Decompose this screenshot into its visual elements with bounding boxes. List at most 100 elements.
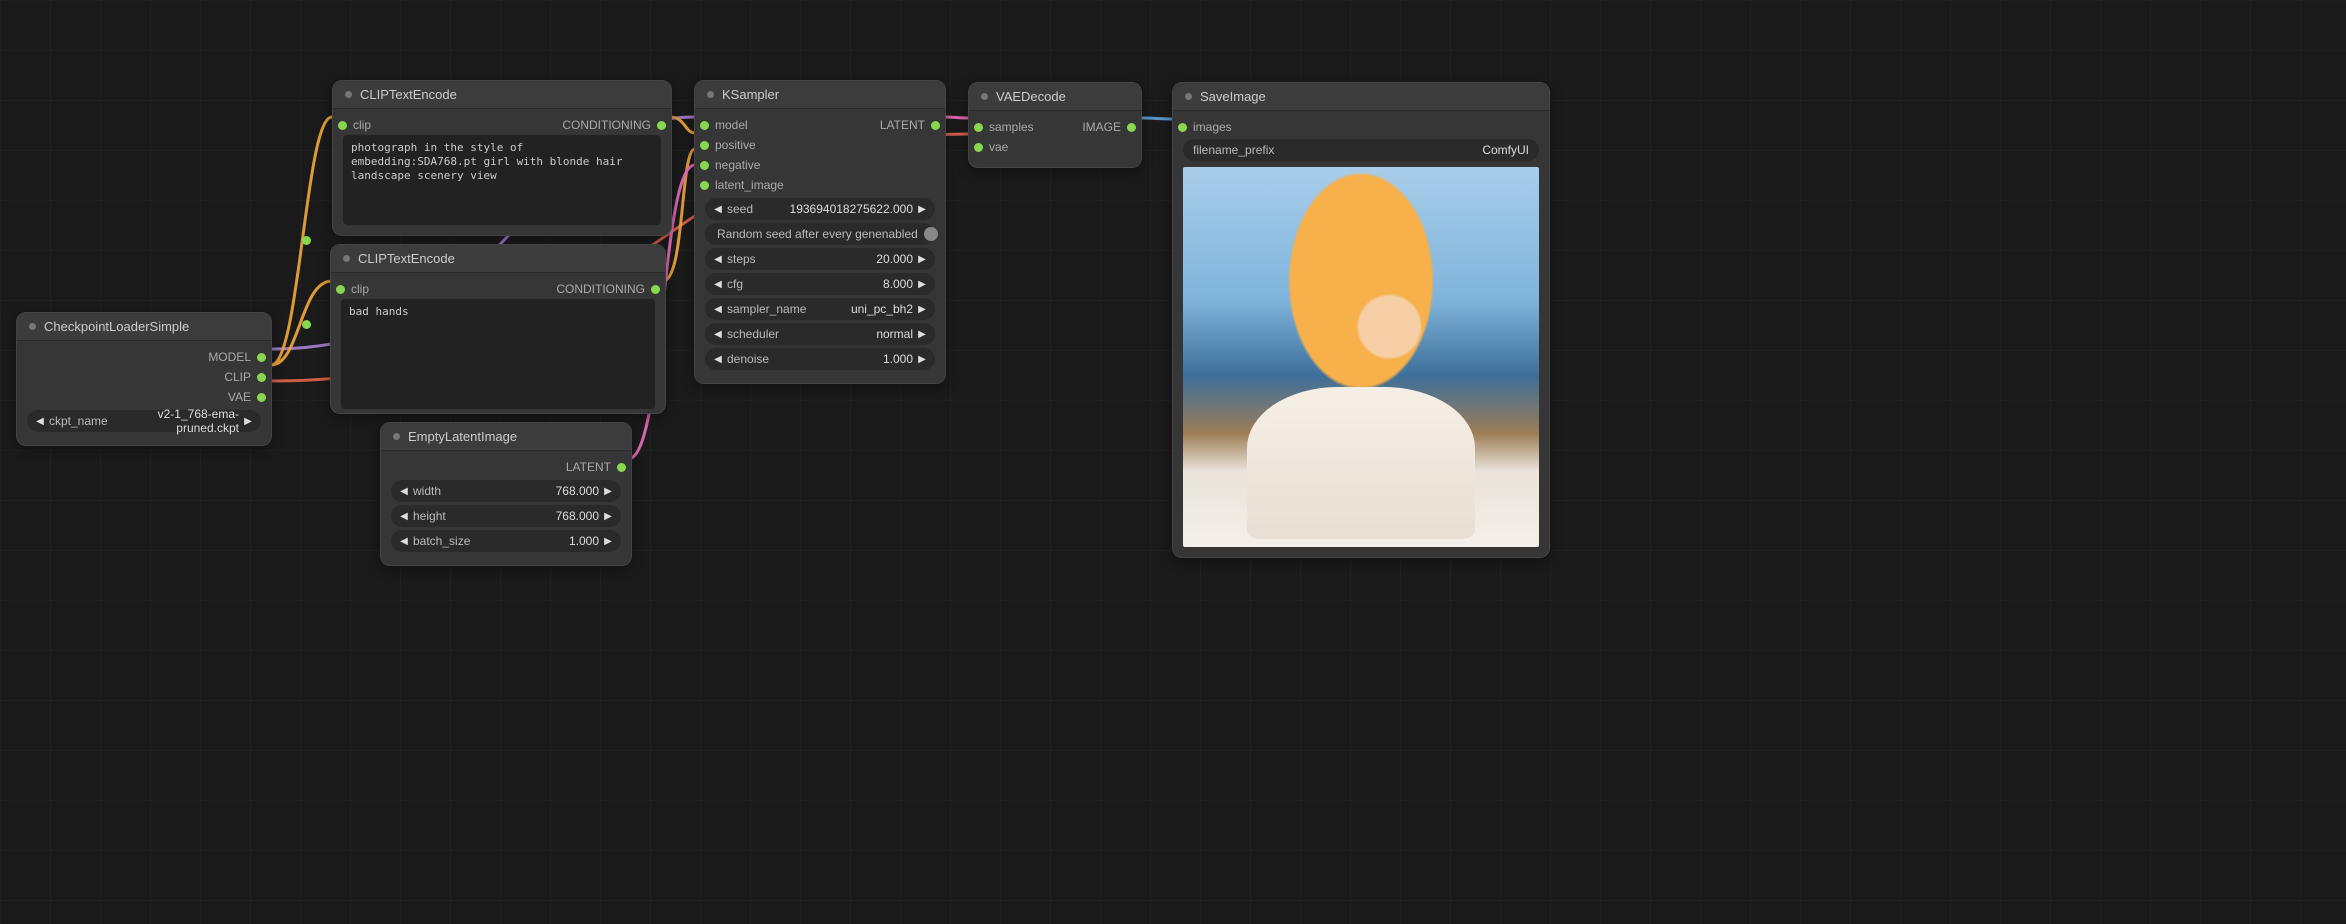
- cfg-widget[interactable]: ◀cfg8.000▶: [705, 273, 935, 295]
- port-icon[interactable]: [974, 123, 983, 132]
- port-icon[interactable]: [1178, 123, 1187, 132]
- steps-widget[interactable]: ◀steps20.000▶: [705, 248, 935, 270]
- input-clip[interactable]: clip: [343, 118, 371, 132]
- height-widget[interactable]: ◀height768.000▶: [391, 505, 621, 527]
- collapse-dot-icon[interactable]: [707, 91, 714, 98]
- output-vae[interactable]: VAE: [27, 387, 261, 407]
- chevron-right-icon[interactable]: ▶: [917, 204, 927, 215]
- output-latent[interactable]: LATENT: [880, 118, 935, 132]
- port-icon[interactable]: [700, 161, 709, 170]
- width-widget[interactable]: ◀width768.000▶: [391, 480, 621, 502]
- node-checkpoint-loader[interactable]: CheckpointLoaderSimple MODEL CLIP VAE ◀ …: [16, 312, 272, 446]
- chevron-left-icon[interactable]: ◀: [713, 204, 723, 215]
- prompt-textarea[interactable]: photograph in the style of embedding:SDA…: [343, 135, 661, 225]
- chevron-right-icon[interactable]: ▶: [917, 329, 927, 340]
- input-clip[interactable]: clip: [341, 282, 369, 296]
- collapse-dot-icon[interactable]: [1185, 93, 1192, 100]
- node-header[interactable]: VAEDecode: [969, 83, 1141, 111]
- node-header[interactable]: SaveImage: [1173, 83, 1549, 111]
- port-icon[interactable]: [617, 463, 626, 472]
- input-positive[interactable]: positive: [705, 135, 935, 155]
- chevron-right-icon[interactable]: ▶: [243, 416, 253, 427]
- chevron-left-icon[interactable]: ◀: [399, 486, 409, 497]
- input-latent-image[interactable]: latent_image: [705, 175, 935, 195]
- chevron-left-icon[interactable]: ◀: [399, 511, 409, 522]
- collapse-dot-icon[interactable]: [29, 323, 36, 330]
- chevron-left-icon[interactable]: ◀: [713, 329, 723, 340]
- port-icon[interactable]: [931, 121, 940, 130]
- input-negative[interactable]: negative: [705, 155, 935, 175]
- port-icon[interactable]: [700, 181, 709, 190]
- chevron-left-icon[interactable]: ◀: [35, 416, 45, 427]
- node-title: CLIPTextEncode: [358, 251, 455, 266]
- input-images[interactable]: images: [1183, 117, 1539, 137]
- port-icon[interactable]: [657, 121, 666, 130]
- node-header[interactable]: KSampler: [695, 81, 945, 109]
- node-header[interactable]: CLIPTextEncode: [331, 245, 665, 273]
- junction-dot: [302, 320, 311, 329]
- output-image-preview: [1183, 167, 1539, 547]
- node-title: CheckpointLoaderSimple: [44, 319, 189, 334]
- chevron-left-icon[interactable]: ◀: [713, 254, 723, 265]
- chevron-left-icon[interactable]: ◀: [399, 536, 409, 547]
- chevron-left-icon[interactable]: ◀: [713, 304, 723, 315]
- node-header[interactable]: CheckpointLoaderSimple: [17, 313, 271, 341]
- ckpt-name-widget[interactable]: ◀ ckpt_name v2-1_768-ema-pruned.ckpt ▶: [27, 410, 261, 432]
- input-samples[interactable]: samples: [979, 120, 1034, 134]
- output-clip[interactable]: CLIP: [27, 367, 261, 387]
- output-model[interactable]: MODEL: [27, 347, 261, 367]
- node-title: EmptyLatentImage: [408, 429, 517, 444]
- node-title: CLIPTextEncode: [360, 87, 457, 102]
- port-icon[interactable]: [257, 393, 266, 402]
- port-icon[interactable]: [651, 285, 660, 294]
- chevron-left-icon[interactable]: ◀: [713, 354, 723, 365]
- seed-widget[interactable]: ◀seed193694018275622.000▶: [705, 198, 935, 220]
- input-vae[interactable]: vae: [979, 137, 1131, 157]
- sampler-name-widget[interactable]: ◀sampler_nameuni_pc_bh2▶: [705, 298, 935, 320]
- output-latent[interactable]: LATENT: [391, 457, 621, 477]
- port-icon[interactable]: [700, 141, 709, 150]
- port-icon[interactable]: [1127, 123, 1136, 132]
- batch-size-widget[interactable]: ◀batch_size1.000▶: [391, 530, 621, 552]
- chevron-right-icon[interactable]: ▶: [917, 354, 927, 365]
- collapse-dot-icon[interactable]: [981, 93, 988, 100]
- chevron-right-icon[interactable]: ▶: [917, 304, 927, 315]
- port-icon[interactable]: [336, 285, 345, 294]
- node-header[interactable]: EmptyLatentImage: [381, 423, 631, 451]
- denoise-widget[interactable]: ◀denoise1.000▶: [705, 348, 935, 370]
- node-ksampler[interactable]: KSampler model LATENT positive negative …: [694, 80, 946, 384]
- port-icon[interactable]: [257, 373, 266, 382]
- node-title: KSampler: [722, 87, 779, 102]
- scheduler-widget[interactable]: ◀schedulernormal▶: [705, 323, 935, 345]
- chevron-right-icon[interactable]: ▶: [603, 536, 613, 547]
- node-empty-latent-image[interactable]: EmptyLatentImage LATENT ◀width768.000▶ ◀…: [380, 422, 632, 566]
- port-icon[interactable]: [338, 121, 347, 130]
- node-vae-decode[interactable]: VAEDecode samples IMAGE vae: [968, 82, 1142, 168]
- random-seed-toggle[interactable]: Random seed after every genenabled: [705, 223, 935, 245]
- chevron-right-icon[interactable]: ▶: [917, 279, 927, 290]
- node-title: SaveImage: [1200, 89, 1266, 104]
- node-clip-text-encode-positive[interactable]: CLIPTextEncode clip CONDITIONING photogr…: [332, 80, 672, 236]
- collapse-dot-icon[interactable]: [345, 91, 352, 98]
- collapse-dot-icon[interactable]: [393, 433, 400, 440]
- port-icon[interactable]: [257, 353, 266, 362]
- output-conditioning[interactable]: CONDITIONING: [562, 118, 661, 132]
- port-icon[interactable]: [700, 121, 709, 130]
- node-clip-text-encode-negative[interactable]: CLIPTextEncode clip CONDITIONING bad han…: [330, 244, 666, 414]
- collapse-dot-icon[interactable]: [343, 255, 350, 262]
- prompt-textarea[interactable]: bad hands: [341, 299, 655, 409]
- output-image[interactable]: IMAGE: [1082, 120, 1131, 134]
- input-model[interactable]: model: [705, 118, 748, 132]
- chevron-right-icon[interactable]: ▶: [603, 511, 613, 522]
- node-header[interactable]: CLIPTextEncode: [333, 81, 671, 109]
- chevron-left-icon[interactable]: ◀: [713, 279, 723, 290]
- port-icon[interactable]: [974, 143, 983, 152]
- filename-prefix-input[interactable]: filename_prefix ComfyUI: [1183, 139, 1539, 161]
- node-title: VAEDecode: [996, 89, 1066, 104]
- chevron-right-icon[interactable]: ▶: [603, 486, 613, 497]
- chevron-right-icon[interactable]: ▶: [917, 254, 927, 265]
- junction-dot: [302, 236, 311, 245]
- toggle-knob-icon[interactable]: [924, 227, 938, 241]
- output-conditioning[interactable]: CONDITIONING: [556, 282, 655, 296]
- node-save-image[interactable]: SaveImage images filename_prefix ComfyUI: [1172, 82, 1550, 558]
